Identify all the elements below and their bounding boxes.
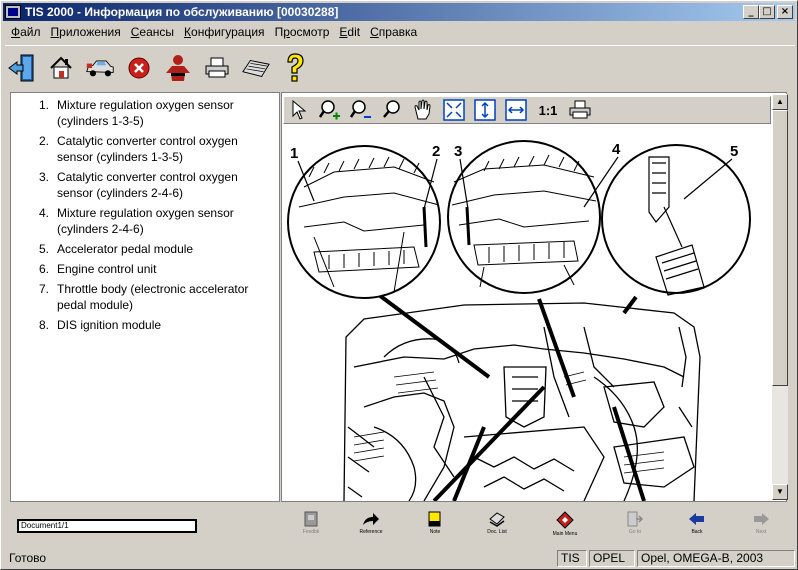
legend-item: 6. Engine control unit — [38, 262, 157, 276]
next-arrow-icon — [754, 513, 769, 525]
exit-door-icon[interactable] — [7, 51, 37, 85]
legend-item: 8. DIS ignition module — [38, 318, 162, 332]
feedback-icon — [304, 511, 318, 527]
actual-size-button[interactable]: 1:1 — [536, 99, 560, 121]
goto-icon — [627, 511, 644, 527]
person-icon[interactable] — [163, 51, 193, 85]
scroll-down-button[interactable]: ▼ — [772, 484, 788, 500]
vehicle-icon[interactable] — [85, 51, 115, 85]
menu-view[interactable]: Просмотр — [269, 23, 334, 41]
pointer-icon[interactable] — [288, 99, 310, 121]
fit-window-icon[interactable] — [443, 99, 465, 121]
maximize-button[interactable]: □ — [759, 5, 775, 19]
print-icon[interactable] — [202, 51, 232, 85]
title-bar: TIS 2000 - Информация по обслуживанию [0… — [3, 3, 795, 21]
note-icon — [428, 511, 441, 527]
reference-button[interactable]: Reference — [351, 511, 391, 541]
menu-sessions[interactable]: Сеансы — [125, 23, 178, 41]
status-vehicle: Opel, OMEGA-B, 2003 — [637, 550, 795, 567]
keyboard-icon[interactable] — [241, 51, 271, 85]
menu-edit[interactable]: Edit — [333, 23, 364, 41]
pan-hand-icon[interactable] — [412, 99, 434, 121]
minimize-button[interactable]: _ — [743, 5, 759, 19]
legend-item: 7. Throttle body (electronic accelerator … — [38, 282, 249, 312]
close-button[interactable]: × — [777, 5, 793, 19]
goto-button[interactable]: Go to — [615, 511, 655, 541]
help-icon[interactable] — [280, 51, 310, 85]
status-ready: Готово — [9, 551, 47, 565]
fit-height-icon[interactable] — [474, 99, 496, 121]
legend-item: 5. Accelerator pedal module — [38, 242, 194, 256]
app-window: TIS 2000 - Информация по обслуживанию [0… — [0, 0, 798, 570]
engine-diagram[interactable]: 1 2 3 4 5 — [284, 127, 770, 501]
doc-list-icon — [489, 512, 505, 527]
legend-item: 2. Catalytic converter control oxygen sen… — [38, 134, 238, 164]
menu-file[interactable]: Файл — [5, 23, 45, 41]
reference-arrow-icon — [363, 513, 379, 525]
menu-applications[interactable]: Приложения — [45, 23, 125, 41]
scroll-thumb[interactable] — [772, 110, 788, 386]
print-image-icon[interactable] — [569, 99, 591, 121]
home-icon[interactable] — [46, 51, 76, 85]
menu-help[interactable]: Справка — [364, 23, 421, 41]
document-counter: Document1/1 — [17, 519, 197, 533]
window-title: TIS 2000 - Информация по обслуживанию [0… — [25, 5, 339, 19]
vertical-scrollbar[interactable]: ▲ ▼ — [772, 94, 788, 500]
status-brand: OPEL — [589, 550, 635, 567]
back-button[interactable]: Back — [677, 511, 717, 541]
scroll-up-button[interactable]: ▲ — [772, 94, 788, 110]
status-app: TIS — [557, 550, 587, 567]
zoom-out-icon[interactable] — [350, 99, 372, 121]
status-bar: Готово TIS OPEL Opel, OMEGA-B, 2003 — [3, 548, 797, 568]
diagram-label-3: 3 — [454, 143, 462, 160]
legend-item: 1. Mixture regulation oxygen sensor (cyli… — [38, 98, 234, 128]
main-toolbar — [5, 45, 795, 89]
legend-item: 4. Mixture regulation oxygen sensor (cyli… — [38, 206, 234, 236]
feedback-button[interactable]: Feedbk — [291, 511, 331, 541]
legend-item: 3. Catalytic converter control oxygen sen… — [38, 170, 238, 200]
doc-list-button[interactable]: Doc. List — [477, 511, 517, 541]
diagram-label-1: 1 — [290, 145, 298, 162]
next-button[interactable]: Next — [741, 511, 781, 541]
diagram-label-5: 5 — [730, 143, 738, 160]
legend-panel: 1. Mixture regulation oxygen sensor (cyli… — [10, 92, 280, 502]
note-button[interactable]: Note — [415, 511, 455, 541]
legend-list: 1. Mixture regulation oxygen sensor (cyli… — [11, 93, 279, 333]
diagram-label-2: 2 — [432, 143, 440, 160]
back-arrow-icon — [689, 513, 704, 525]
zoom-in-icon[interactable] — [319, 99, 341, 121]
image-toolbar: 1:1 — [283, 96, 771, 124]
main-menu-button[interactable]: Main Menu — [545, 511, 585, 541]
fit-width-icon[interactable] — [505, 99, 527, 121]
app-icon[interactable] — [5, 5, 21, 19]
diagram-label-4: 4 — [612, 141, 621, 158]
stop-icon[interactable] — [124, 51, 154, 85]
menu-bar: Файл Приложения Сеансы Конфигурация Прос… — [5, 23, 421, 41]
main-menu-icon — [556, 511, 574, 529]
menu-configuration[interactable]: Конфигурация — [178, 23, 269, 41]
magnifier-icon[interactable] — [381, 99, 403, 121]
